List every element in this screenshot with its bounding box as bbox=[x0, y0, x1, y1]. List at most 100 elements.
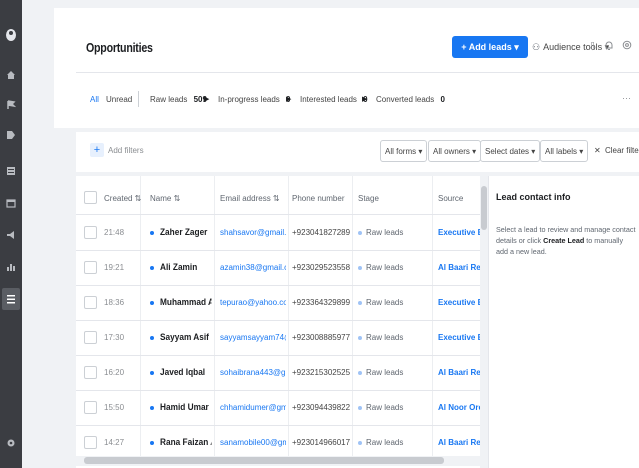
cell-email[interactable]: shahsavor@gmail.com bbox=[220, 228, 286, 237]
megaphone-icon[interactable] bbox=[4, 228, 18, 242]
cell-email[interactable]: sohaibrana443@gmail.c... bbox=[220, 368, 286, 377]
header-phone: Phone number bbox=[292, 194, 345, 203]
cell-source[interactable]: Al Baari Residen bbox=[438, 438, 480, 447]
flag-icon[interactable] bbox=[4, 98, 18, 112]
chart-icon[interactable] bbox=[4, 260, 18, 274]
stage-dot bbox=[358, 335, 362, 340]
tab-converted-leads[interactable]: Converted leads 0 bbox=[376, 95, 445, 104]
cell-phone: +923029523558 bbox=[292, 262, 351, 272]
row-checkbox[interactable] bbox=[84, 435, 97, 449]
forms-dropdown[interactable]: All forms ▾ bbox=[380, 140, 428, 162]
add-leads-button[interactable]: + Add leads ▾ bbox=[452, 36, 528, 58]
labels-dropdown[interactable]: All labels ▾ bbox=[540, 140, 589, 162]
row-divider bbox=[76, 425, 480, 426]
cell-source[interactable]: Al Baari Residen bbox=[438, 263, 480, 272]
panel-description: Select a lead to review and manage conta… bbox=[496, 224, 636, 257]
row-checkbox[interactable] bbox=[84, 295, 97, 309]
cell-source[interactable]: Al Baari Residen bbox=[438, 368, 480, 377]
vertical-scroll-thumb[interactable] bbox=[481, 186, 487, 230]
clear-filters-button[interactable]: ✕ Clear filters bbox=[594, 146, 639, 155]
header-card bbox=[54, 8, 639, 128]
cell-name[interactable]: Javed Iqbal bbox=[160, 367, 212, 377]
cell-source[interactable]: Executive Block bbox=[438, 228, 480, 237]
tab-in-progress-label: In-progress leads bbox=[218, 95, 280, 104]
cell-name[interactable]: Sayyam Asif bbox=[160, 332, 212, 342]
add-filters-label[interactable]: Add filters bbox=[108, 146, 144, 155]
header-created[interactable]: Created ⇅ bbox=[104, 194, 141, 203]
more-options-icon[interactable]: ··· bbox=[622, 93, 631, 103]
cell-name[interactable]: Hamid Umar Ham... bbox=[160, 402, 212, 412]
row-checkbox[interactable] bbox=[84, 365, 97, 379]
arrow-right-icon: ▶ bbox=[362, 96, 368, 103]
header-email[interactable]: Email address ⇅ bbox=[220, 194, 280, 203]
cell-stage[interactable]: Raw leads bbox=[366, 298, 422, 307]
arrow-right-icon: ▶ bbox=[286, 96, 292, 103]
cell-created: 18:36 bbox=[104, 297, 125, 307]
cell-email[interactable]: chhamidumer@gmail.co... bbox=[220, 403, 286, 412]
cell-email[interactable]: sanamobile00@gmail... bbox=[220, 438, 286, 447]
cell-email[interactable]: tepurao@yahoo.com bbox=[220, 298, 286, 307]
home-icon[interactable] bbox=[4, 68, 18, 82]
cell-name[interactable]: Ali Zamin bbox=[160, 262, 212, 272]
cell-name[interactable]: Zaher Zager bbox=[160, 227, 212, 237]
column-divider bbox=[432, 176, 433, 458]
row-checkbox[interactable] bbox=[84, 260, 97, 274]
profile-icon[interactable] bbox=[4, 28, 18, 42]
list-icon[interactable] bbox=[4, 164, 18, 178]
gear-icon[interactable] bbox=[622, 40, 632, 53]
lead-contact-panel bbox=[488, 176, 639, 468]
create-lead-link[interactable]: Create Lead bbox=[543, 236, 584, 245]
cell-phone: +923008885977 bbox=[292, 332, 351, 342]
cell-source[interactable]: Executive Block bbox=[438, 333, 480, 342]
tab-converted-label: Converted leads bbox=[376, 95, 435, 104]
cell-created: 16:20 bbox=[104, 367, 125, 377]
cell-stage[interactable]: Raw leads bbox=[366, 438, 422, 447]
tab-unread[interactable]: Unread bbox=[106, 95, 132, 104]
menu-icon[interactable] bbox=[2, 288, 20, 310]
tab-in-progress-leads[interactable]: In-progress leads 0 bbox=[218, 95, 291, 104]
row-checkbox[interactable] bbox=[84, 400, 97, 414]
cell-created: 17:30 bbox=[104, 332, 125, 342]
tag-icon[interactable] bbox=[4, 128, 18, 142]
unread-dot bbox=[150, 405, 154, 410]
row-divider bbox=[76, 214, 480, 215]
cell-phone: +923041827289 bbox=[292, 227, 351, 237]
row-checkbox[interactable] bbox=[84, 225, 97, 239]
cell-stage[interactable]: Raw leads bbox=[366, 403, 422, 412]
tab-interested-leads[interactable]: Interested leads 0 bbox=[300, 95, 368, 104]
select-all-checkbox[interactable] bbox=[84, 191, 97, 204]
cell-source[interactable]: Executive Block bbox=[438, 298, 480, 307]
cell-stage[interactable]: Raw leads bbox=[366, 333, 422, 342]
stage-dot bbox=[358, 370, 362, 375]
horizontal-scroll-thumb[interactable] bbox=[84, 457, 444, 464]
owners-dropdown[interactable]: All owners ▾ bbox=[428, 140, 482, 162]
cell-source[interactable]: Al Noor Orchard bbox=[438, 403, 480, 412]
download-icon[interactable]: ⇩ bbox=[588, 40, 597, 53]
calendar-icon[interactable] bbox=[4, 196, 18, 210]
tab-all[interactable]: All bbox=[90, 95, 99, 104]
audience-tools-button[interactable]: ⚇ Audience tools ▾ bbox=[532, 36, 609, 58]
tab-raw-leads[interactable]: Raw leads 509 bbox=[150, 95, 207, 104]
dates-dropdown[interactable]: Select dates ▾ bbox=[480, 140, 541, 162]
cell-stage[interactable]: Raw leads bbox=[366, 228, 422, 237]
bell-icon[interactable] bbox=[604, 40, 614, 54]
header-name[interactable]: Name ⇅ bbox=[150, 194, 180, 203]
cell-email[interactable]: sayyamsayyam74@gma... bbox=[220, 333, 286, 342]
column-divider bbox=[352, 176, 353, 458]
cell-phone: +923364329899 bbox=[292, 297, 351, 307]
cell-phone: +923094439822 bbox=[292, 402, 351, 412]
add-filter-button[interactable]: + bbox=[90, 143, 104, 157]
cell-stage[interactable]: Raw leads bbox=[366, 368, 422, 377]
cell-name[interactable]: Rana Faizan Arsh... bbox=[160, 437, 212, 447]
page-title: Opportunities bbox=[86, 40, 153, 55]
unread-dot bbox=[150, 300, 154, 305]
cell-stage[interactable]: Raw leads bbox=[366, 263, 422, 272]
settings-icon[interactable] bbox=[4, 436, 18, 450]
audience-icon: ⚇ bbox=[532, 41, 541, 52]
row-checkbox[interactable] bbox=[84, 330, 97, 344]
stage-dot bbox=[358, 440, 362, 445]
stage-dot bbox=[358, 405, 362, 410]
tabs-separator bbox=[138, 91, 139, 107]
cell-email[interactable]: azamin38@gmail.com bbox=[220, 263, 286, 272]
cell-name[interactable]: Muhammad Arsla... bbox=[160, 297, 212, 307]
